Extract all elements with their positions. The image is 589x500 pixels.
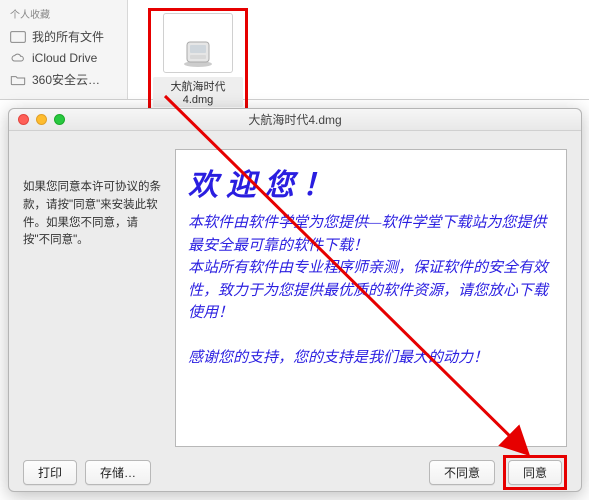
annotation-file-highlight: 大航海时代4.dmg bbox=[148, 8, 248, 112]
print-button[interactable]: 打印 bbox=[23, 460, 77, 485]
dialog-body: 如果您同意本许可协议的条款，请按"同意"来安装此软件。如果您不同意，请按"不同意… bbox=[9, 131, 581, 447]
license-notice: 如果您同意本许可协议的条款，请按"同意"来安装此软件。如果您不同意，请按"不同意… bbox=[23, 149, 163, 447]
save-button[interactable]: 存储… bbox=[85, 460, 151, 485]
dmg-icon bbox=[163, 13, 233, 73]
welcome-heading: 欢迎您！ bbox=[188, 160, 554, 204]
all-files-icon bbox=[10, 31, 26, 43]
maximize-icon[interactable] bbox=[54, 114, 65, 125]
close-icon[interactable] bbox=[18, 114, 29, 125]
finder-sidebar: 个人收藏 我的所有文件 iCloud Drive 360安全云… bbox=[0, 0, 128, 99]
cloud-icon bbox=[10, 52, 26, 64]
agree-button[interactable]: 同意 bbox=[508, 460, 562, 485]
dialog-titlebar: 大航海时代4.dmg bbox=[9, 109, 581, 131]
folder-icon bbox=[10, 74, 26, 86]
file-item-dmg[interactable]: 大航海时代4.dmg bbox=[153, 13, 243, 107]
disagree-button[interactable]: 不同意 bbox=[429, 460, 495, 485]
file-label: 大航海时代4.dmg bbox=[153, 77, 243, 107]
sidebar-item-all-files[interactable]: 我的所有文件 bbox=[0, 25, 127, 48]
finder-window: 个人收藏 我的所有文件 iCloud Drive 360安全云… bbox=[0, 0, 589, 100]
minimize-icon[interactable] bbox=[36, 114, 47, 125]
window-controls bbox=[9, 114, 65, 125]
license-dialog: 大航海时代4.dmg 如果您同意本许可协议的条款，请按"同意"来安装此软件。如果… bbox=[8, 108, 582, 492]
annotation-agree-highlight: 同意 bbox=[503, 455, 567, 490]
files-area: 大航海时代4.dmg bbox=[128, 0, 589, 99]
sidebar-item-label: 360安全云… bbox=[32, 71, 100, 88]
sidebar-header: 个人收藏 bbox=[0, 4, 127, 25]
sidebar-item-icloud[interactable]: iCloud Drive bbox=[0, 48, 127, 68]
dialog-buttons: 打印 存储… 不同意 同意 bbox=[9, 447, 581, 498]
license-content: 欢迎您！ 本软件由软件学堂为您提供—软件学堂下载站为您提供最安全最可靠的软件下载… bbox=[175, 149, 567, 447]
sidebar-item-label: 我的所有文件 bbox=[32, 28, 104, 45]
sidebar-item-360cloud[interactable]: 360安全云… bbox=[0, 68, 127, 91]
sidebar-item-label: iCloud Drive bbox=[32, 51, 97, 65]
dialog-title: 大航海时代4.dmg bbox=[9, 111, 581, 128]
welcome-body: 本软件由软件学堂为您提供—软件学堂下载站为您提供最安全最可靠的软件下载！ 本站所… bbox=[188, 212, 554, 370]
